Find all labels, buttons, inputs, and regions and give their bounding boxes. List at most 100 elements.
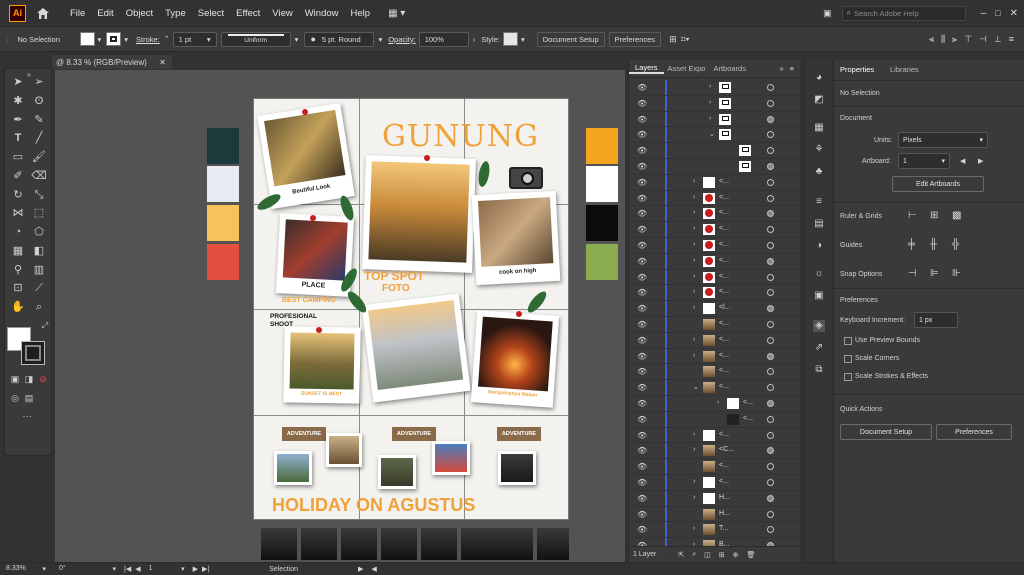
export-icon[interactable]: ⇗	[813, 342, 825, 354]
align-bottom-icon[interactable]: ⊥	[994, 34, 1002, 45]
document-tab[interactable]: @ 8.33 % (RGB/Preview) ✕	[52, 55, 172, 69]
expand-chevron-icon[interactable]: ›	[693, 178, 695, 185]
target-circle-icon[interactable]	[767, 384, 774, 392]
visibility-eye-icon[interactable]: 👁	[637, 336, 647, 345]
graphic-styles-icon[interactable]: ▣	[813, 290, 825, 302]
layer-row[interactable]: 👁 <...	[629, 411, 801, 428]
expand-chevron-icon[interactable]: ›	[693, 525, 695, 532]
rectangle-tool-icon[interactable]: ▭	[10, 150, 26, 164]
expand-chevron-icon[interactable]: ›	[693, 273, 695, 280]
expand-chevron-icon[interactable]: ›	[693, 209, 695, 216]
target-circle-icon[interactable]	[767, 431, 774, 439]
smart-guides-icon[interactable]: ╬	[952, 239, 959, 250]
next-artboard-icon[interactable]: ▶	[978, 157, 983, 165]
style-swatch[interactable]	[502, 32, 518, 46]
target-circle-icon[interactable]	[767, 147, 774, 155]
layer-row[interactable]: 👁 › <...	[629, 238, 801, 254]
align-middle-icon[interactable]: ⊣	[979, 34, 987, 45]
layer-row[interactable]: 👁 › <...	[629, 396, 801, 412]
scale-corners-checkbox[interactable]	[844, 355, 852, 363]
home-icon[interactable]	[36, 7, 50, 20]
visibility-eye-icon[interactable]: 👁	[637, 510, 647, 519]
edit-toolbar-icon[interactable]: ⋯	[19, 409, 35, 423]
target-circle-icon[interactable]	[767, 210, 774, 218]
target-circle-icon[interactable]	[767, 510, 774, 518]
visibility-eye-icon[interactable]: 👁	[637, 99, 647, 108]
layer-row[interactable]: 👁 <...	[629, 364, 801, 381]
align-icon[interactable]: ⊞	[669, 34, 677, 45]
visibility-eye-icon[interactable]: 👁	[637, 352, 647, 361]
brush-dropdown-icon[interactable]: ▾	[378, 35, 382, 44]
target-circle-icon[interactable]	[767, 336, 774, 344]
rotate-view-field[interactable]: 0° ▾	[50, 565, 120, 573]
visibility-eye-icon[interactable]: 👁	[637, 257, 647, 266]
next-artboard-icon[interactable]: ▶	[193, 565, 198, 573]
collapse-panels-icon[interactable]: »	[779, 64, 783, 73]
layers-menu-icon[interactable]: ≡	[790, 64, 794, 73]
layer-row[interactable]: 👁 ›	[629, 95, 801, 112]
visibility-eye-icon[interactable]: 👁	[637, 320, 647, 329]
stroke-label[interactable]: Stroke:	[136, 35, 160, 44]
tab-libraries[interactable]: Libraries	[890, 65, 919, 74]
expand-chevron-icon[interactable]: ›	[693, 352, 695, 359]
layer-row[interactable]: 👁 <...	[629, 317, 801, 333]
free-transform-tool-icon[interactable]: ⬚	[31, 206, 47, 220]
opacity-label[interactable]: Opacity:	[388, 35, 416, 44]
artboard-thumb[interactable]	[301, 528, 337, 560]
paintbrush-tool-icon[interactable]: 🖌	[31, 150, 47, 164]
visibility-eye-icon[interactable]: 👁	[637, 446, 647, 455]
target-circle-icon[interactable]	[767, 305, 774, 313]
stroke-dropdown-icon[interactable]: ▾	[124, 35, 128, 44]
curvature-tool-icon[interactable]: ✎	[31, 113, 47, 127]
direct-selection-tool-icon[interactable]: ➢	[31, 75, 47, 89]
minimize-icon[interactable]: –	[981, 8, 987, 19]
style-dropdown-icon[interactable]: ▾	[521, 35, 525, 44]
visibility-eye-icon[interactable]: 👁	[637, 146, 647, 155]
expand-chevron-icon[interactable]: ›	[693, 478, 695, 485]
slice-tool-icon[interactable]: ⟋	[31, 281, 47, 295]
expand-chevron-icon[interactable]: ›	[693, 288, 695, 295]
hand-tool-icon[interactable]: ✋	[10, 300, 26, 314]
panel-menu-icon[interactable]: ≡	[1009, 34, 1014, 44]
fill-dropdown-icon[interactable]: ▾	[98, 35, 102, 44]
artboard-tool-icon[interactable]: ⊡	[10, 281, 26, 295]
close-window-icon[interactable]: ✕	[1010, 8, 1018, 19]
layer-row[interactable]: 👁 › <...	[629, 190, 801, 207]
target-circle-icon[interactable]	[767, 163, 774, 170]
artboard-thumb[interactable]	[261, 528, 297, 560]
stroke-panel-icon[interactable]: ≡	[813, 196, 825, 208]
shaper-tool-icon[interactable]: ✐	[10, 169, 26, 183]
layer-row[interactable]: 👁 › <...	[629, 269, 801, 286]
visibility-eye-icon[interactable]: 👁	[637, 273, 647, 282]
visibility-eye-icon[interactable]: 👁	[637, 178, 647, 187]
visibility-eye-icon[interactable]: 👁	[637, 478, 647, 487]
new-layer-icon[interactable]: ⊕	[733, 551, 739, 559]
close-tab-icon[interactable]: ✕	[159, 58, 166, 67]
target-circle-icon[interactable]	[767, 352, 774, 360]
zoom-field[interactable]: 8.33% ▾	[0, 565, 50, 573]
visibility-eye-icon[interactable]: 👁	[637, 431, 647, 440]
swap-fill-stroke-icon[interactable]: ⤢	[37, 319, 53, 333]
layer-row[interactable]: 👁 › <...	[629, 285, 801, 302]
layer-row[interactable]: 👁 › <...	[629, 253, 801, 270]
artboard-dropdown[interactable]: 1 ▾	[898, 153, 950, 169]
gradient-panel-icon[interactable]: ▤	[813, 218, 825, 230]
eyedropper-tool-icon[interactable]: ⚲	[10, 263, 26, 277]
menu-view[interactable]: View	[272, 8, 292, 19]
menu-window[interactable]: Window	[305, 8, 339, 19]
screen-mode-icon[interactable]: ▤	[21, 391, 37, 405]
pen-tool-icon[interactable]: ✒	[10, 113, 26, 127]
eraser-tool-icon[interactable]: ⌫	[31, 169, 47, 183]
visibility-eye-icon[interactable]: 👁	[637, 115, 647, 124]
keyboard-increment-field[interactable]: 1 px	[914, 312, 958, 328]
expand-chevron-icon[interactable]: ›	[693, 194, 695, 201]
document-setup-button[interactable]: Document Setup	[536, 31, 605, 47]
artboards-panel-icon[interactable]: ⧉	[813, 364, 825, 376]
fill-swatch[interactable]	[79, 32, 95, 46]
visibility-eye-icon[interactable]: 👁	[637, 415, 647, 424]
target-circle-icon[interactable]	[767, 194, 774, 202]
layer-row[interactable]: 👁 ›	[629, 80, 801, 96]
layer-row[interactable]: 👁 › T...	[629, 522, 801, 539]
layer-row[interactable]: 👁 › <l...	[629, 301, 801, 317]
artboard-thumb[interactable]	[341, 528, 377, 560]
